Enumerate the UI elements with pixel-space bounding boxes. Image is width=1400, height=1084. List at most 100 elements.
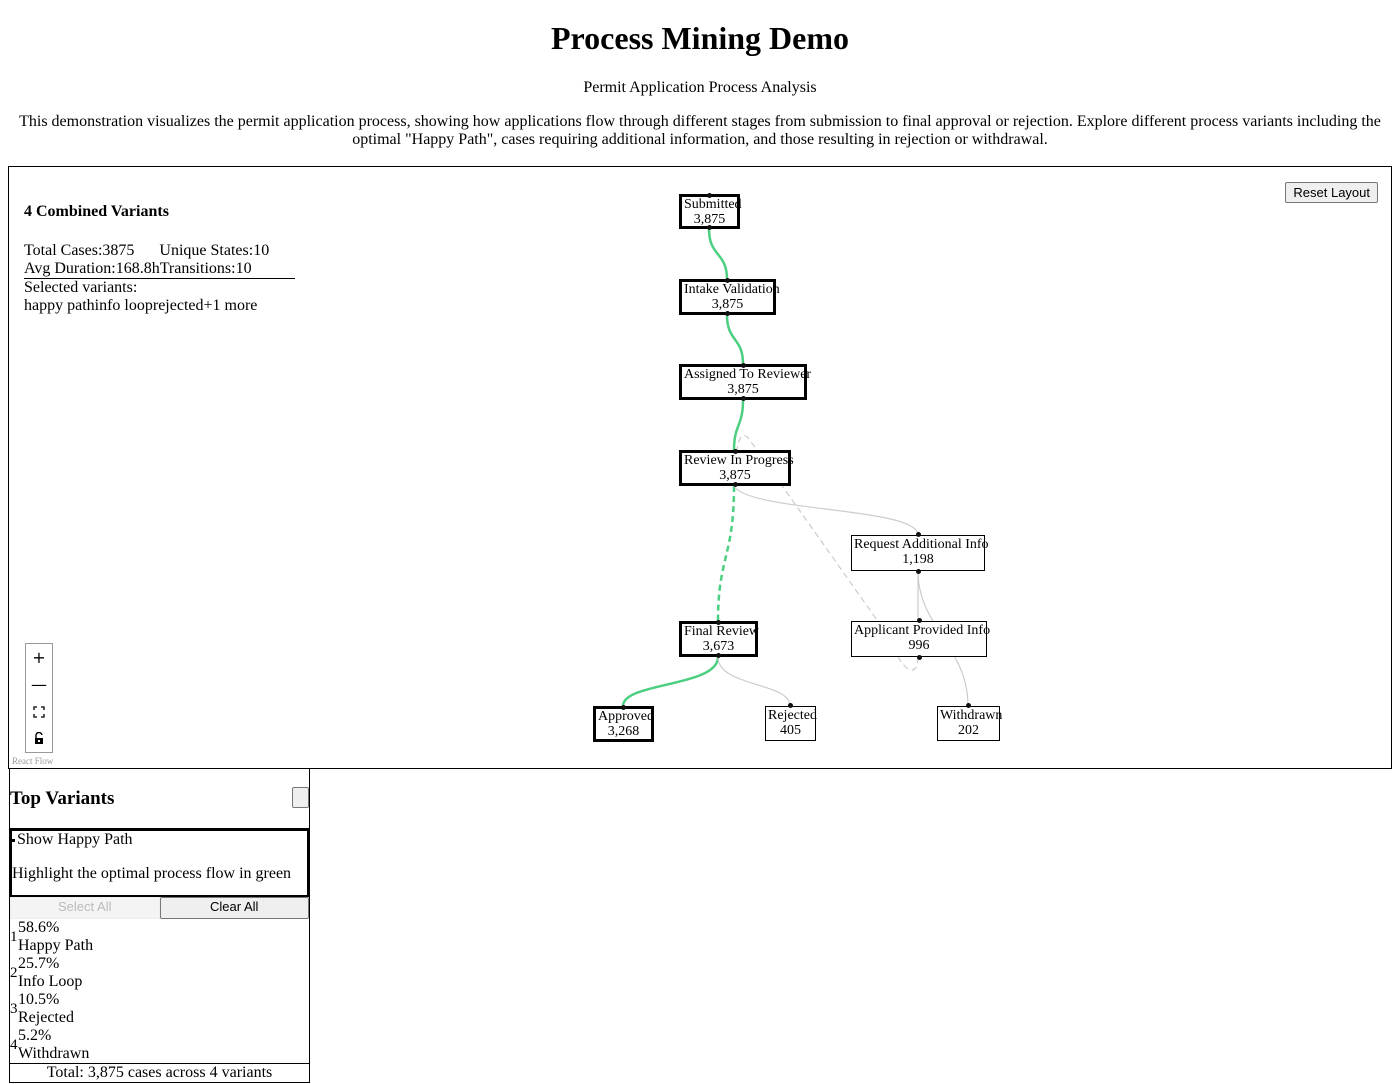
avg-duration-label: Avg Duration: xyxy=(24,260,116,277)
variants-total: Total: 3,875 cases across 4 variants xyxy=(10,1063,309,1082)
page-subtitle: Permit Application Process Analysis xyxy=(583,79,817,96)
target-handle[interactable] xyxy=(966,703,971,708)
node-count: 3,875 xyxy=(727,382,759,397)
node-label: Applicant Provided Info xyxy=(854,623,991,638)
source-handle[interactable] xyxy=(725,311,730,316)
variant-item[interactable]: 4 5.2% Withdrawn xyxy=(10,1027,309,1063)
source-handle[interactable] xyxy=(916,655,922,660)
node-review-in-progress[interactable]: Review In Progress 3,875 xyxy=(679,449,794,487)
node-approved[interactable]: Approved 3,268 xyxy=(593,705,654,742)
unique-states-value: 10 xyxy=(253,242,270,259)
edge-final-rejected xyxy=(717,656,791,707)
react-flow-attribution[interactable]: React Flow xyxy=(12,756,53,766)
node-count: 405 xyxy=(780,723,801,738)
target-handle[interactable] xyxy=(725,278,730,283)
node-rejected[interactable]: Rejected 405 xyxy=(765,703,817,741)
node-assigned-to-reviewer[interactable]: Assigned To Reviewer 3,875 xyxy=(679,363,812,401)
node-label: Assigned To Reviewer xyxy=(684,367,812,382)
stats-panel: 4 Combined Variants Total Cases: 3875 Uniq… xyxy=(24,203,296,315)
happy-path-toggle-box[interactable]: Show Happy Path Highlight the optimal pr… xyxy=(10,829,309,897)
selected-variants-list: happy pathinfo looprejected+1 more xyxy=(24,297,296,315)
variant-name: Happy Path xyxy=(18,937,94,954)
target-handle[interactable] xyxy=(716,620,721,625)
stats-row-1: Total Cases: 3875 Unique States: 10 xyxy=(24,242,296,260)
transitions-label: Transitions: xyxy=(159,260,236,277)
node-submitted[interactable]: Submitted 3,875 xyxy=(679,193,742,230)
node-final-review[interactable]: Final Review 3,673 xyxy=(679,620,760,658)
node-count: 202 xyxy=(958,723,979,738)
source-handle[interactable] xyxy=(732,482,738,487)
node-withdrawn[interactable]: Withdrawn 202 xyxy=(937,703,1003,741)
node-label: Request Additional Info xyxy=(854,537,989,552)
happy-path-label: Show Happy Path xyxy=(17,831,133,848)
stats-row-2: Avg Duration: 168.8h Transitions: 10 xyxy=(24,260,295,279)
target-handle[interactable] xyxy=(621,705,626,710)
top-variants-panel: Top Variants Show Happy Path Highlight t… xyxy=(9,768,310,1083)
target-handle[interactable] xyxy=(788,703,793,708)
target-handle[interactable] xyxy=(915,532,921,537)
node-request-additional-info[interactable]: Request Additional Info 1,198 xyxy=(851,532,989,574)
collapse-panel-button[interactable] xyxy=(292,787,309,808)
variant-item[interactable]: 2 25.7% Info Loop xyxy=(10,955,309,991)
source-handle[interactable] xyxy=(740,396,746,401)
unique-states-label: Unique States: xyxy=(159,242,254,259)
flow-canvas[interactable]: 4 Combined Variants Total Cases: 3875 Uniq… xyxy=(8,166,1392,769)
node-label: Intake Validation xyxy=(684,282,780,297)
variant-selection-buttons: Select All Clear All xyxy=(10,897,309,919)
variants-panel-header: Top Variants xyxy=(10,768,309,829)
node-count: 3,875 xyxy=(719,468,751,483)
node-label: Approved xyxy=(598,709,654,724)
flow-controls: + — xyxy=(25,643,53,753)
happy-path-checkbox[interactable] xyxy=(12,838,15,842)
edge-submitted-intake xyxy=(707,228,729,280)
edge-review-final xyxy=(716,485,736,622)
stats-title: 4 Combined Variants xyxy=(24,203,169,220)
total-cases-label: Total Cases: xyxy=(24,242,103,259)
node-label: Final Review xyxy=(684,624,760,639)
source-handle[interactable] xyxy=(707,225,712,230)
node-count: 3,875 xyxy=(711,297,744,312)
happy-path-toggle[interactable]: Show Happy Path xyxy=(12,831,133,849)
selected-variants-label: Selected variants: xyxy=(24,279,138,296)
source-handle[interactable] xyxy=(716,653,721,658)
selected-variant-tag: rejected xyxy=(152,297,204,314)
clear-all-button[interactable]: Clear All xyxy=(159,897,309,919)
variant-rank: 3 xyxy=(10,1001,18,1017)
node-label: Review In Progress xyxy=(684,453,794,468)
select-all-button[interactable]: Select All xyxy=(10,897,160,919)
page-title: Process Mining Demo xyxy=(550,20,850,56)
variant-name: Withdrawn xyxy=(18,1045,90,1062)
variant-item[interactable]: 1 58.6% Happy Path xyxy=(10,919,309,955)
variant-percentage: 25.7% xyxy=(18,955,60,972)
target-handle[interactable] xyxy=(916,618,922,623)
fit-view-icon[interactable] xyxy=(26,698,52,725)
variant-name: Info Loop xyxy=(18,973,83,990)
target-handle[interactable] xyxy=(732,449,738,454)
variant-percentage: 10.5% xyxy=(18,991,60,1008)
happy-path-description: Highlight the optimal process flow in gr… xyxy=(12,865,292,882)
selected-variant-tag: happy path xyxy=(24,297,95,314)
node-count: 996 xyxy=(908,638,930,653)
source-handle[interactable] xyxy=(915,569,921,574)
avg-duration-value: 168.8h xyxy=(115,260,160,277)
node-label: Rejected xyxy=(768,708,817,723)
zoom-out-icon[interactable]: — xyxy=(26,671,52,698)
node-label: Withdrawn xyxy=(940,708,1003,723)
total-cases-value: 3875 xyxy=(102,242,135,259)
node-applicant-provided-info[interactable]: Applicant Provided Info 996 xyxy=(851,618,991,660)
target-handle[interactable] xyxy=(740,363,746,368)
variant-rank: 4 xyxy=(10,1037,18,1053)
variant-item[interactable]: 3 10.5% Rejected xyxy=(10,991,309,1027)
node-label: Submitted xyxy=(684,197,742,212)
node-count: 1,198 xyxy=(902,552,934,567)
transitions-value: 10 xyxy=(235,260,252,277)
page-description: This demonstration visualizes the permit… xyxy=(19,113,1381,148)
variant-rank: 1 xyxy=(10,929,18,945)
node-intake-validation[interactable]: Intake Validation 3,875 xyxy=(679,278,780,316)
reset-layout-button[interactable]: Reset Layout xyxy=(1285,182,1378,203)
node-count: 3,673 xyxy=(702,639,735,654)
more-variants: +1 more xyxy=(203,297,258,314)
edge-review-request xyxy=(733,485,919,536)
zoom-in-icon[interactable]: + xyxy=(26,644,52,671)
lock-icon[interactable] xyxy=(26,725,52,752)
